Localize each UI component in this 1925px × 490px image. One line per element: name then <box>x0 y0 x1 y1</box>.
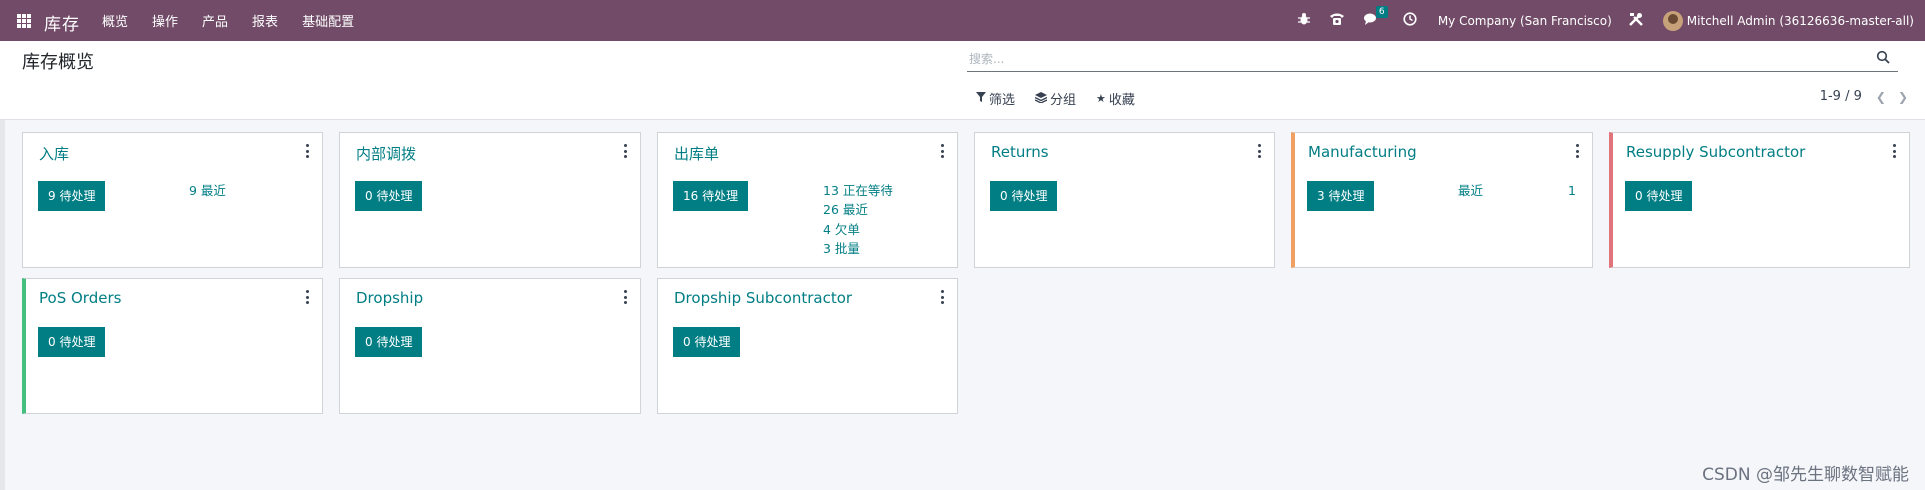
kebab-menu-icon[interactable] <box>1258 144 1262 158</box>
top-navbar: 库存 概览 操作 产品 报表 基础配置 6 My Company (San Fr… <box>0 0 1925 41</box>
operation-card-pos-orders[interactable]: PoS Orders 0 待处理 <box>22 278 323 414</box>
clock-icon[interactable] <box>1403 11 1417 30</box>
search-icon[interactable] <box>1876 49 1890 64</box>
kebab-menu-icon[interactable] <box>306 144 310 158</box>
filters-button[interactable]: 筛选 <box>976 89 1015 108</box>
card-title[interactable]: 入库 <box>39 143 69 164</box>
menu-item-overview[interactable]: 概览 <box>102 11 128 30</box>
card-title[interactable]: PoS Orders <box>39 289 121 307</box>
search-box <box>967 47 1898 72</box>
kebab-menu-icon[interactable] <box>306 290 310 304</box>
bug-icon[interactable] <box>1297 12 1311 30</box>
groupby-button[interactable]: 分组 <box>1034 89 1077 108</box>
card-title[interactable]: Dropship Subcontractor <box>674 289 852 307</box>
todo-button[interactable]: 0 待处理 <box>1625 181 1693 211</box>
stat-batches[interactable]: 3 批量 <box>823 239 860 259</box>
kebab-menu-icon[interactable] <box>624 144 628 158</box>
todo-button[interactable]: 0 待处理 <box>673 327 741 357</box>
filter-icon <box>976 92 986 105</box>
company-switcher[interactable]: My Company (San Francisco) <box>1438 14 1612 28</box>
chevron-left-icon[interactable]: ❮ <box>1876 90 1886 104</box>
menu-item-reporting[interactable]: 报表 <box>252 11 278 30</box>
message-count-badge: 6 <box>1375 5 1388 18</box>
tools-icon[interactable] <box>1628 11 1644 31</box>
kebab-menu-icon[interactable] <box>624 290 628 304</box>
navbar-right: 6 My Company (San Francisco) Mitchell Ad… <box>1279 0 1925 41</box>
todo-button[interactable]: 9 待处理 <box>38 181 106 211</box>
stat-waiting[interactable]: 13 正在等待 <box>823 181 893 201</box>
operation-card-returns[interactable]: Returns 0 待处理 <box>974 132 1275 268</box>
operation-card-manufacturing[interactable]: Manufacturing 3 待处理 最近 1 <box>1291 132 1593 268</box>
layers-icon <box>1034 91 1048 106</box>
pager: 1-9 / 9 ❮ ❯ <box>1820 89 1908 104</box>
stat-recent-label[interactable]: 最近 <box>1458 181 1483 201</box>
pager-value[interactable]: 1-9 / 9 <box>1820 89 1862 104</box>
star-icon: ★ <box>1096 92 1106 105</box>
app-name[interactable]: 库存 <box>44 10 80 35</box>
watermark: CSDN @邹先生聊数智赋能 <box>1702 465 1909 485</box>
main-menu: 概览 操作 产品 报表 基础配置 <box>102 0 378 41</box>
stat-recent-value[interactable]: 1 <box>1568 181 1576 201</box>
menu-item-configuration[interactable]: 基础配置 <box>302 11 354 30</box>
stat-backorders[interactable]: 4 欠单 <box>823 220 860 240</box>
stat-recent[interactable]: 26 最近 <box>823 200 868 220</box>
apps-grid-icon[interactable] <box>17 14 31 28</box>
search-options: 筛选 分组 ★ 收藏 <box>976 89 1155 108</box>
card-title[interactable]: 内部调拨 <box>356 143 416 164</box>
operation-card-dropship[interactable]: Dropship 0 待处理 <box>339 278 641 414</box>
todo-button[interactable]: 3 待处理 <box>1307 181 1375 211</box>
todo-button[interactable]: 0 待处理 <box>38 327 106 357</box>
todo-button[interactable]: 16 待处理 <box>673 181 749 211</box>
groupby-label: 分组 <box>1050 93 1077 108</box>
filters-label: 筛选 <box>989 93 1016 108</box>
search-input[interactable] <box>967 47 1851 71</box>
todo-button[interactable]: 0 待处理 <box>355 181 423 211</box>
phone-icon[interactable] <box>1329 12 1345 30</box>
menu-item-operations[interactable]: 操作 <box>152 11 178 30</box>
operation-card-delivery[interactable]: 出库单 16 待处理 13 正在等待 26 最近 4 欠单 3 批量 <box>657 132 958 268</box>
menu-item-products[interactable]: 产品 <box>202 11 228 30</box>
card-title[interactable]: 出库单 <box>674 143 719 164</box>
stat-recent[interactable]: 9 最近 <box>189 181 226 201</box>
operation-card-internal[interactable]: 内部调拨 0 待处理 <box>339 132 641 268</box>
card-title[interactable]: Manufacturing <box>1308 143 1417 161</box>
chat-icon[interactable]: 6 <box>1363 5 1388 30</box>
card-title[interactable]: Dropship <box>356 289 423 307</box>
operation-card-receipts[interactable]: 入库 9 待处理 9 最近 <box>22 132 323 268</box>
operation-card-resupply-subcontractor[interactable]: Resupply Subcontractor 0 待处理 <box>1609 132 1910 268</box>
page-title: 库存概览 <box>22 52 94 73</box>
chevron-right-icon[interactable]: ❯ <box>1898 90 1908 104</box>
kebab-menu-icon[interactable] <box>941 290 945 304</box>
card-title[interactable]: Resupply Subcontractor <box>1626 143 1805 161</box>
todo-button[interactable]: 0 待处理 <box>990 181 1058 211</box>
user-menu[interactable]: Mitchell Admin (36126636-master-all) <box>1687 14 1914 28</box>
control-panel: 库存概览 筛选 分组 ★ 收藏 1-9 / 9 ❮ ❯ <box>0 41 1925 120</box>
card-title[interactable]: Returns <box>991 143 1049 161</box>
kebab-menu-icon[interactable] <box>941 144 945 158</box>
todo-button[interactable]: 0 待处理 <box>355 327 423 357</box>
favorites-button[interactable]: ★ 收藏 <box>1096 89 1135 108</box>
operation-card-dropship-subcontractor[interactable]: Dropship Subcontractor 0 待处理 <box>657 278 958 414</box>
favorites-label: 收藏 <box>1108 93 1135 108</box>
avatar[interactable] <box>1662 10 1683 31</box>
kebab-menu-icon[interactable] <box>1893 144 1897 158</box>
kebab-menu-icon[interactable] <box>1576 144 1580 158</box>
